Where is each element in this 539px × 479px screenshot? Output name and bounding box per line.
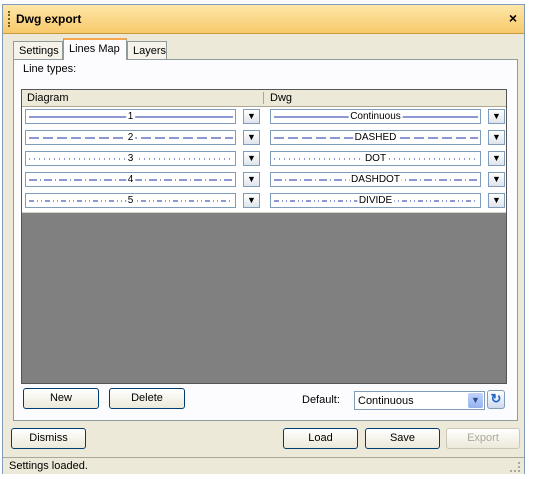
dwg-linetype-cell[interactable]: DASHDOT	[270, 172, 481, 187]
grid-header: Diagram Dwg	[22, 90, 506, 107]
tab-layers[interactable]: Layers	[127, 41, 167, 59]
resize-grip-icon[interactable]	[510, 462, 520, 472]
default-linetype-value: Continuous	[358, 395, 414, 407]
window-title: Dwg export	[16, 12, 82, 26]
dwg-linetype-cell-label: DASHED	[352, 132, 399, 143]
diagram-linetype-cell[interactable]: 5	[25, 193, 236, 208]
chevron-down-icon[interactable]: ▼	[243, 193, 260, 208]
diagram-linetype-cell[interactable]: 1	[25, 109, 236, 124]
dwg-export-window: Dwg export × Settings Lines Map Layers L…	[2, 4, 525, 474]
table-row: 2 ▼ DASHED ▼	[22, 128, 506, 150]
diagram-linetype-cell-label: 5	[125, 195, 136, 206]
table-row: 1 ▼ Continuous ▼	[22, 107, 506, 129]
title-bar[interactable]: Dwg export ×	[3, 5, 524, 34]
chevron-down-icon[interactable]: ▼	[243, 130, 260, 145]
diagram-linetype-cell-label: 1	[125, 111, 136, 122]
dwg-linetype-cell[interactable]: DIVIDE	[270, 193, 481, 208]
dwg-linetype-cell[interactable]: Continuous	[270, 109, 481, 124]
diagram-linetype-cell-label: 3	[125, 153, 136, 164]
line-types-label: Line types:	[23, 63, 77, 75]
save-button[interactable]: Save	[365, 428, 440, 449]
grip-icon	[8, 11, 12, 27]
diagram-linetype-cell-label: 2	[125, 132, 136, 143]
status-text: Settings loaded.	[9, 460, 88, 472]
chevron-down-icon[interactable]: ▼	[488, 193, 505, 208]
diagram-linetype-cell[interactable]: 2	[25, 130, 236, 145]
new-button[interactable]: New	[23, 388, 99, 409]
default-label: Default:	[302, 394, 340, 406]
close-icon[interactable]: ×	[509, 10, 517, 26]
table-row: 4 ▼ DASHDOT ▼	[22, 170, 506, 192]
dwg-linetype-cell[interactable]: DOT	[270, 151, 481, 166]
dwg-linetype-cell-label: DIVIDE	[356, 195, 395, 206]
chevron-down-icon[interactable]: ▼	[243, 151, 260, 166]
export-button[interactable]: Export	[446, 428, 520, 449]
refresh-icon[interactable]: ↻	[487, 390, 505, 409]
dwg-linetype-cell-label: DOT	[362, 153, 389, 164]
dwg-linetype-cell-label: DASHDOT	[349, 174, 402, 185]
diagram-linetype-cell[interactable]: 4	[25, 172, 236, 187]
line-types-grid: Diagram Dwg 1 ▼ Continuous ▼ 2 ▼ DASHED ▼ 3 ▼ DOT ▼…	[21, 89, 507, 384]
table-row: 5 ▼ DIVIDE ▼	[22, 191, 506, 213]
default-linetype-select[interactable]: Continuous ▼	[354, 391, 485, 410]
chevron-down-icon[interactable]: ▼	[488, 151, 505, 166]
dismiss-button[interactable]: Dismiss	[11, 428, 86, 449]
chevron-down-icon[interactable]: ▼	[488, 172, 505, 187]
chevron-down-icon[interactable]: ▼	[243, 172, 260, 187]
diagram-linetype-cell-label: 4	[125, 174, 136, 185]
column-separator	[263, 92, 264, 104]
load-button[interactable]: Load	[283, 428, 358, 449]
status-bar: Settings loaded.	[3, 457, 524, 474]
diagram-linetype-cell[interactable]: 3	[25, 151, 236, 166]
table-row: 3 ▼ DOT ▼	[22, 149, 506, 171]
chevron-down-icon[interactable]: ▼	[468, 393, 483, 408]
dwg-linetype-cell-label: Continuous	[348, 111, 403, 122]
chevron-down-icon[interactable]: ▼	[488, 130, 505, 145]
tab-lines-map[interactable]: Lines Map	[63, 38, 127, 60]
dwg-linetype-cell[interactable]: DASHED	[270, 130, 481, 145]
lines-map-panel: Line types: Diagram Dwg 1 ▼ Continuous ▼ 2 ▼ D…	[13, 59, 518, 421]
column-header-dwg: Dwg	[270, 92, 293, 104]
chevron-down-icon[interactable]: ▼	[488, 109, 505, 124]
chevron-down-icon[interactable]: ▼	[243, 109, 260, 124]
tab-settings[interactable]: Settings	[13, 41, 63, 59]
delete-button[interactable]: Delete	[109, 388, 185, 409]
column-header-diagram: Diagram	[27, 92, 69, 104]
